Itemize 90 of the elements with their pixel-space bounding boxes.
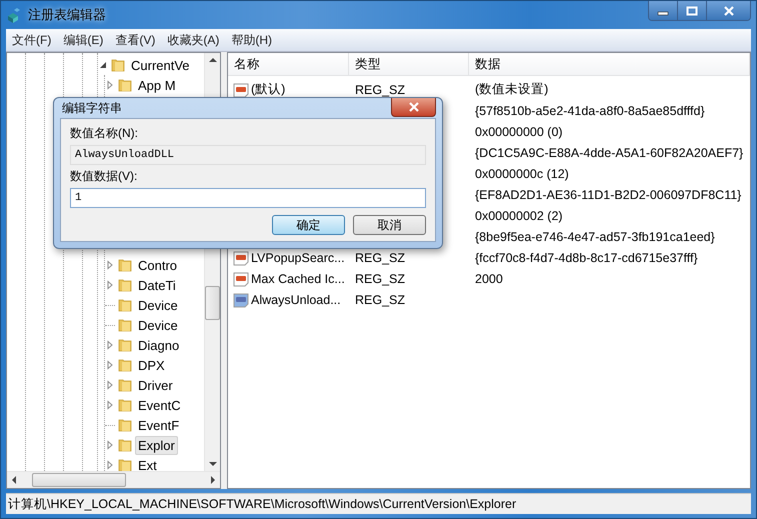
expand-arrow-icon[interactable] <box>105 460 115 470</box>
expand-arrow-icon[interactable] <box>105 400 115 410</box>
folder-icon <box>117 277 133 293</box>
registry-cubes-icon <box>6 7 22 23</box>
folder-icon <box>117 317 133 333</box>
column-header[interactable]: 数据 <box>469 53 750 75</box>
value-name-field[interactable]: AlwaysUnloadDLL <box>70 145 426 165</box>
tree-item[interactable]: DateTi <box>135 276 179 294</box>
folder-icon <box>117 357 133 373</box>
value-name[interactable]: (默认) <box>251 81 286 98</box>
tree-item[interactable]: Explor <box>135 436 178 454</box>
tree-item[interactable]: DPX <box>135 356 168 374</box>
value-data: {8be9f5ea-e746-4e47-ad57-3fb191ca1eed} <box>475 230 715 244</box>
scroll-up-arrow-icon[interactable] <box>208 57 216 62</box>
value-type: REG_SZ <box>355 272 406 286</box>
value-data-field[interactable]: 1 <box>70 188 426 208</box>
minimize-button[interactable] <box>649 1 678 20</box>
value-data: (数值未设置) <box>475 82 548 96</box>
close-x-icon <box>722 6 734 16</box>
value-name[interactable]: AlwaysUnload... <box>251 292 341 306</box>
string-value-icon <box>233 292 249 308</box>
tree-item[interactable]: Device <box>135 316 181 334</box>
menu-item[interactable]: 编辑(E) <box>57 32 110 48</box>
expand-arrow-icon[interactable] <box>105 380 115 390</box>
folder-icon <box>117 397 133 413</box>
expand-arrow-icon[interactable] <box>105 360 115 370</box>
field-label: 数值名称(N): <box>70 125 139 142</box>
expand-arrow-icon[interactable] <box>105 260 115 270</box>
column-header[interactable]: 类型 <box>349 53 469 75</box>
string-value-icon <box>233 82 249 98</box>
value-data: 0x0000000c (12) <box>475 166 569 180</box>
value-type: REG_SZ <box>355 250 406 264</box>
folder-icon <box>117 297 133 313</box>
value-data: {DC1C5A9C-E88A-4dde-A5A1-60F82A20AEF7} <box>475 146 744 160</box>
expand-arrow-icon[interactable] <box>105 80 115 90</box>
value-type: REG_SZ <box>355 292 406 306</box>
tree-item[interactable]: Driver <box>135 376 176 394</box>
scroll-down-arrow-icon[interactable] <box>208 462 216 467</box>
tree-item[interactable]: Ext <box>135 456 160 471</box>
tree-item[interactable]: EventF <box>135 416 182 434</box>
status-bar-path: 计算机\HKEY_LOCAL_MACHINE\SOFTWARE\Microsoft\Windows\CurrentVersion\Explorer <box>6 493 751 514</box>
value-type: REG_SZ <box>355 82 406 96</box>
value-data: {EF8AD2D1-AE36-11D1-B2D2-006097DF8C11} <box>475 188 742 202</box>
menu-item[interactable]: 帮助(H) <box>225 32 278 48</box>
value-name[interactable]: Max Cached Ic... <box>251 272 345 286</box>
string-value-icon <box>233 270 249 286</box>
maximize-icon <box>686 6 698 16</box>
folder-icon <box>110 57 126 73</box>
field-label: 数值数据(V): <box>70 168 138 185</box>
folder-icon <box>117 457 133 471</box>
close-button[interactable] <box>707 1 750 20</box>
expanded-arrow-icon[interactable] <box>98 60 108 70</box>
column-header[interactable]: 名称 <box>228 53 349 75</box>
tree-item[interactable]: App M <box>135 76 179 94</box>
close-x-icon <box>408 102 420 112</box>
dialog-title: 编辑字符串 <box>61 100 122 116</box>
tree-item[interactable]: EventC <box>135 396 184 414</box>
expand-arrow-icon[interactable] <box>105 280 115 290</box>
value-data: {fccf70c8-f4d7-4d8b-8c17-cd6715e37fff} <box>475 250 698 264</box>
value-data: {57f8510b-a5e2-41da-a8f0-8a5ae85dfffd} <box>475 104 705 118</box>
scrollbar-thumb[interactable] <box>205 286 220 320</box>
close-button[interactable] <box>391 98 436 117</box>
expand-arrow-icon[interactable] <box>105 440 115 450</box>
folder-icon <box>117 257 133 273</box>
menu-item[interactable]: 收藏夹(A) <box>161 32 226 48</box>
tree-item[interactable]: Device <box>135 296 181 314</box>
menu-item[interactable]: 查看(V) <box>109 32 162 48</box>
folder-icon <box>117 337 133 353</box>
folder-icon <box>117 377 133 393</box>
menu-item[interactable]: 文件(F) <box>6 32 58 48</box>
value-name[interactable]: LVPopupSearc... <box>251 250 345 264</box>
window-title: 注册表编辑器 <box>28 6 106 24</box>
horizontal-scrollbar[interactable] <box>7 471 220 488</box>
value-data: 0x00000000 (0) <box>475 124 563 138</box>
dialog-button[interactable]: 取消 <box>353 215 426 235</box>
dialog-button[interactable]: 确定 <box>272 215 345 235</box>
tree-item[interactable]: Contro <box>135 256 180 274</box>
folder-icon <box>117 417 133 433</box>
value-data: 2000 <box>475 272 503 286</box>
string-value-icon <box>233 250 249 266</box>
scroll-right-arrow-icon[interactable] <box>211 476 216 484</box>
tree-item[interactable]: CurrentVe <box>128 56 193 74</box>
folder-icon <box>117 77 133 93</box>
tree-item[interactable]: Diagno <box>135 336 182 354</box>
value-data: 0x00000002 (2) <box>475 208 563 222</box>
scroll-left-arrow-icon[interactable] <box>11 476 16 484</box>
maximize-button[interactable] <box>678 1 707 20</box>
folder-icon <box>117 437 133 453</box>
expand-arrow-icon[interactable] <box>105 340 115 350</box>
scrollbar-thumb[interactable] <box>32 473 126 487</box>
